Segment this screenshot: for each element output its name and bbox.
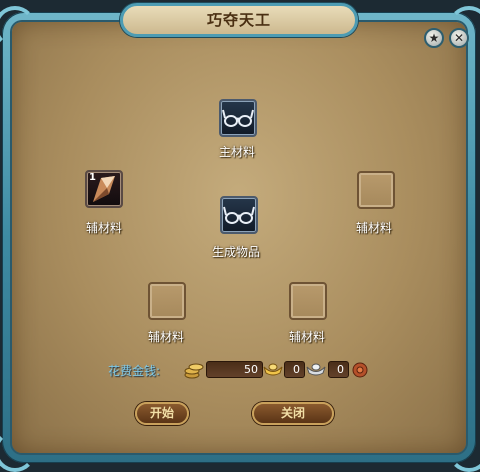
aux-material-slot-right[interactable] <box>357 171 395 209</box>
main-material-slot[interactable] <box>219 99 257 137</box>
close-button[interactable]: 关闭 <box>252 402 334 425</box>
cost-label: 花费金钱: <box>108 364 161 378</box>
main-material-label: 主材料 <box>219 145 256 159</box>
aux-material-label-bottom-right: 辅材料 <box>289 330 326 344</box>
coin-stack-icon <box>184 363 204 379</box>
gold-ingot-icon <box>263 363 283 376</box>
aux-material-label-left: 辅材料 <box>86 221 123 235</box>
gold-amount: 50 <box>206 361 263 378</box>
aux-material-slot-left[interactable]: 1 <box>85 170 123 208</box>
window-title: 巧夺天工 <box>206 11 271 29</box>
glasses-icon <box>222 109 254 127</box>
item-count: 1 <box>89 172 96 183</box>
start-button[interactable]: 开始 <box>135 402 189 425</box>
copper-amount: 0 <box>328 361 349 378</box>
product-slot[interactable] <box>220 196 258 234</box>
close-icon[interactable]: ✕ <box>449 28 469 48</box>
title-bar[interactable]: 巧夺天工 <box>120 3 358 37</box>
craft-window: 巧夺天工 ★ ✕ 主材料 1 辅材料 生成物品 辅材料 辅材料 辅材料 花费金钱… <box>0 0 480 472</box>
glasses-icon <box>223 206 255 224</box>
silver-amount: 0 <box>284 361 305 378</box>
aux-material-label-bottom-left: 辅材料 <box>148 330 185 344</box>
content-area <box>12 22 466 453</box>
silver-ingot-icon <box>306 363 326 376</box>
star-icon[interactable]: ★ <box>424 28 444 48</box>
aux-material-label-right: 辅材料 <box>356 221 393 235</box>
aux-material-slot-bottom-left[interactable] <box>148 282 186 320</box>
aux-material-slot-bottom-right[interactable] <box>289 282 327 320</box>
product-label: 生成物品 <box>212 245 261 259</box>
copper-coin-icon <box>352 362 368 378</box>
